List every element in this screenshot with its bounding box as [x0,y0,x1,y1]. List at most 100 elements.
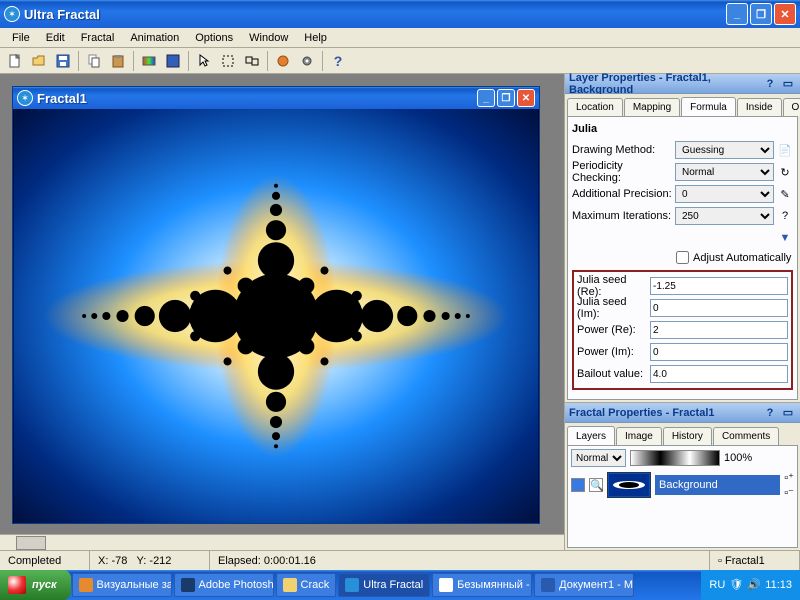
julia-seed-im-input[interactable] [650,299,788,317]
fw-close-button[interactable]: ✕ [517,89,535,107]
clock[interactable]: 11:13 [765,579,792,591]
switch-icon[interactable] [241,50,263,72]
tab-layers[interactable]: Layers [567,426,615,445]
layer-properties-header[interactable]: Layer Properties - Fractal1, Background … [565,74,800,94]
tray-icon[interactable]: 🔊 [747,578,761,592]
menu-options[interactable]: Options [187,30,241,46]
fractal-window-title: Fractal1 [37,91,475,106]
start-button[interactable]: пуск [0,570,71,600]
reload-icon[interactable]: ↻ [777,164,793,180]
fullscreen-icon[interactable] [162,50,184,72]
taskbar-item[interactable]: Документ1 - Mi… [534,573,634,597]
param-label: Julia seed (Im): [577,296,647,320]
taskbar: пуск Визуальные за… Adobe Photosh… Crack… [0,570,800,600]
periodicity-select[interactable]: Normal [675,163,774,181]
drawing-method-select[interactable]: Guessing [675,141,774,159]
precision-select[interactable]: 0 [675,185,774,203]
maxiter-select[interactable]: 250 [675,207,774,225]
tab-image[interactable]: Image [616,427,662,445]
edit-icon[interactable]: ✎ [777,186,793,202]
remove-layer-icon[interactable]: ▫⁻ [784,486,794,499]
adjust-auto-checkbox[interactable] [676,251,689,264]
visibility-toggle[interactable] [571,478,585,492]
copy-icon[interactable] [83,50,105,72]
fractal-tabs: Layers Image History Comments [565,423,800,445]
app-titlebar: ✶ Ultra Fractal _ ❐ ✕ [0,0,800,28]
expand-icon[interactable]: ▼ [777,230,793,246]
tab-mapping[interactable]: Mapping [624,98,680,116]
blend-mode-select[interactable]: Normal [571,449,626,467]
add-layer-icon[interactable]: ▫⁺ [784,471,794,484]
fp-help-icon[interactable]: ? [762,405,778,421]
taskbar-item[interactable]: Adobe Photosh… [174,573,274,597]
browse-icon[interactable]: 📄 [777,142,793,158]
power-im-input[interactable] [650,343,788,361]
opacity-slider[interactable] [630,450,720,466]
taskbar-item[interactable]: Визуальные за… [72,573,172,597]
status-y: -212 [149,555,171,567]
fractal-window-titlebar[interactable]: ✶ Fractal1 _ ❐ ✕ [13,87,539,109]
taskbar-item[interactable]: Crack [276,573,337,597]
save-icon[interactable] [52,50,74,72]
render-icon[interactable] [272,50,294,72]
tab-inside[interactable]: Inside [737,98,782,116]
pointer-icon[interactable] [193,50,215,72]
param-label: Bailout value: [577,368,647,380]
maxiter-label: Maximum Iterations: [572,210,672,222]
param-help-icon[interactable]: ? [777,208,793,224]
zoom-icon[interactable]: 🔍 [589,478,603,492]
gradient-icon[interactable] [138,50,160,72]
menu-help[interactable]: Help [296,30,335,46]
layer-name[interactable]: Background [655,475,780,495]
fw-minimize-button[interactable]: _ [477,89,495,107]
collapse-icon[interactable]: ▭ [780,76,796,92]
opacity-value: 100% [724,452,752,464]
paste-icon[interactable] [107,50,129,72]
menu-fractal[interactable]: Fractal [73,30,123,46]
tray-icon[interactable]: 🛡 [729,578,743,592]
horizontal-scrollbar[interactable] [0,534,564,550]
maximize-button[interactable]: ❐ [750,3,772,25]
doc-icon: ▫ [718,555,722,567]
power-re-input[interactable] [650,321,788,339]
tab-comments[interactable]: Comments [713,427,779,445]
fractal-properties-header[interactable]: Fractal Properties - Fractal1 ? ▭ [565,403,800,423]
status-x: -78 [111,555,127,567]
gear-icon[interactable] [296,50,318,72]
minimize-button[interactable]: _ [726,3,748,25]
new-icon[interactable] [4,50,26,72]
layer-thumbnail[interactable] [607,472,651,498]
fw-maximize-button[interactable]: ❐ [497,89,515,107]
taskbar-item[interactable]: Безымянный - … [432,573,532,597]
tab-location[interactable]: Location [567,98,623,116]
adjust-auto-label: Adjust Automatically [693,252,791,264]
tab-history[interactable]: History [663,427,712,445]
menu-window[interactable]: Window [241,30,296,46]
periodicity-label: Periodicity Checking: [572,160,672,184]
tab-outside[interactable]: Outside [783,98,800,116]
tab-formula[interactable]: Formula [681,97,736,116]
lang-indicator[interactable]: RU [709,579,725,591]
workspace: ✶ Fractal1 _ ❐ ✕ [0,74,564,550]
select-icon[interactable] [217,50,239,72]
side-panel: Layer Properties - Fractal1, Background … [564,74,800,550]
formula-name: Julia [572,123,793,135]
drawing-method-label: Drawing Method: [572,144,672,156]
fp-collapse-icon[interactable]: ▭ [780,405,796,421]
system-tray[interactable]: RU 🛡 🔊 11:13 [701,570,800,600]
menu-file[interactable]: File [4,30,38,46]
help-icon[interactable]: ? [327,50,349,72]
fractal-canvas[interactable] [13,109,539,523]
close-button[interactable]: ✕ [774,3,796,25]
julia-seed-re-input[interactable] [650,277,788,295]
menu-animation[interactable]: Animation [122,30,187,46]
status-doc: Fractal1 [725,555,765,567]
open-icon[interactable] [28,50,50,72]
param-label: Julia seed (Re): [577,274,647,298]
taskbar-item-active[interactable]: Ultra Fractal [338,573,430,597]
help-icon[interactable]: ? [762,76,778,92]
menu-edit[interactable]: Edit [38,30,73,46]
param-label: Power (Im): [577,346,647,358]
bailout-input[interactable] [650,365,788,383]
param-label: Power (Re): [577,324,647,336]
